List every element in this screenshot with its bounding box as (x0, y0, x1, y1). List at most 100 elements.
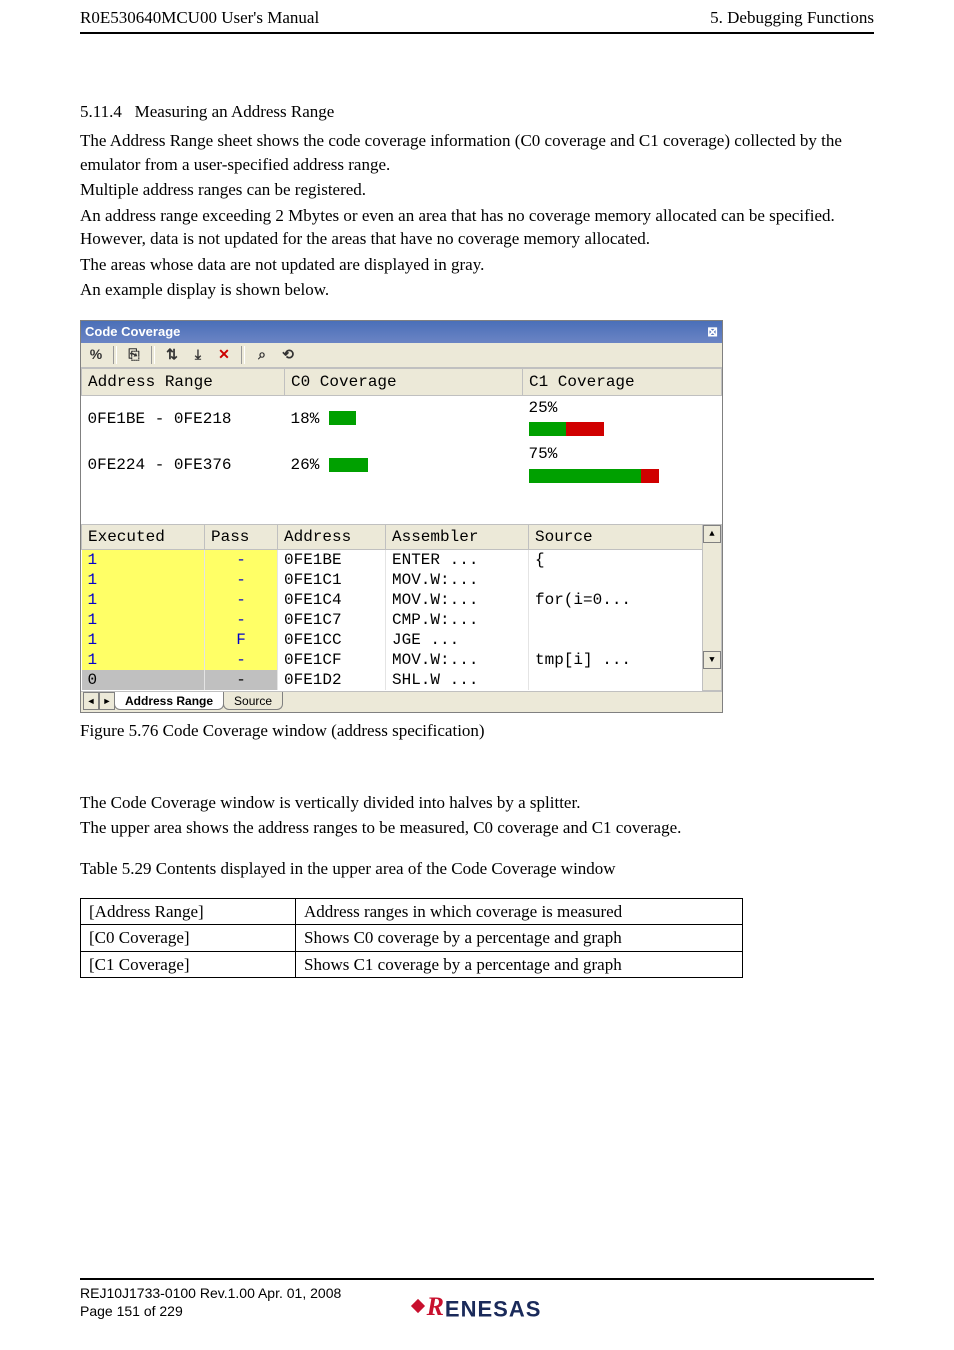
table-row[interactable]: 0 - 0FE1D2 SHL.W ... (82, 670, 722, 690)
tab-address-range[interactable]: Address Range (114, 692, 224, 711)
address-cell: 0FE1D2 (278, 670, 386, 690)
tab-next-icon[interactable]: ► (99, 692, 115, 710)
header-right: 5. Debugging Functions (710, 8, 874, 28)
desc-val: Address ranges in which coverage is meas… (296, 898, 743, 924)
tab-prev-icon[interactable]: ◄ (83, 692, 99, 710)
table-row[interactable]: 1 - 0FE1C4 MOV.W:... for(i=0... (82, 590, 722, 610)
source-cell: for(i=0... (529, 590, 703, 610)
c1-bar-green (529, 469, 642, 483)
col-assembler: Assembler (386, 524, 529, 549)
mid-p2: The upper area shows the address ranges … (80, 816, 874, 839)
executed-cell: 1 (82, 570, 205, 590)
table-row[interactable]: 1 - 0FE1BE ENTER ... { (82, 550, 722, 571)
tab-source[interactable]: Source (223, 692, 283, 711)
assembler-cell: ENTER ... (386, 550, 529, 571)
c0-label: 18% (291, 410, 320, 428)
scroll-down-icon[interactable]: ▼ (703, 651, 721, 669)
toolbar-icon-2[interactable]: ⇅ (163, 346, 181, 364)
table-row[interactable]: 1 - 0FE1CF MOV.W:... tmp[i] ... (82, 650, 722, 670)
c1-bar-green (529, 422, 567, 436)
toolbar-sep (241, 346, 245, 364)
code-coverage-window: Code Coverage ⊠ % ⎘ ⇅ ⤓ ✕ ⌕ ⟲ Address Ra… (80, 320, 723, 713)
executed-cell: 1 (82, 550, 205, 571)
address-cell: 0FE1BE (278, 550, 386, 571)
section-title: Measuring an Address Range (135, 102, 335, 121)
source-cell: { (529, 550, 703, 571)
c1-bar-red (641, 469, 659, 483)
table-caption: Table 5.29 Contents displayed in the upp… (80, 857, 874, 880)
intro-p4: The areas whose data are not updated are… (80, 253, 874, 276)
c0-bar-green (329, 458, 368, 472)
col-source: Source (529, 524, 703, 549)
desc-key: [Address Range] (81, 898, 296, 924)
table-row[interactable]: 1 - 0FE1C1 MOV.W:... (82, 570, 722, 590)
assembler-cell: JGE ... (386, 630, 529, 650)
col-address: Address (278, 524, 386, 549)
col-address-range: Address Range (82, 368, 285, 395)
coverage-row[interactable]: 0FE1BE - 0FE218 18% 25% (82, 395, 722, 442)
toolbar-icon-6[interactable]: ⟲ (279, 346, 297, 364)
mid-p1: The Code Coverage window is vertically d… (80, 791, 874, 814)
header-left: R0E530640MCU00 User's Manual (80, 8, 319, 28)
percent-button[interactable]: % (87, 346, 105, 364)
window-titlebar: Code Coverage ⊠ (81, 321, 722, 343)
close-icon[interactable]: ⊠ (707, 323, 718, 341)
logo-dot-icon (411, 1299, 425, 1313)
address-cell: 0FE1CF (278, 650, 386, 670)
c1-label: 25% (529, 399, 558, 417)
pass-cell: - (205, 590, 278, 610)
window-title: Code Coverage (85, 323, 180, 341)
col-executed: Executed (82, 524, 205, 549)
col-pass: Pass (205, 524, 278, 549)
coverage-row[interactable]: 0FE224 - 0FE376 26% 75% (82, 442, 722, 488)
pass-cell: - (205, 670, 278, 690)
tab-strip: ◄ ► Address Range Source (81, 691, 722, 713)
executed-cell: 1 (82, 590, 205, 610)
c1-label: 75% (529, 445, 558, 463)
source-cell (529, 570, 703, 590)
toolbar-icon-5[interactable]: ⌕ (253, 346, 271, 364)
scroll-up-icon[interactable]: ▲ (703, 525, 721, 543)
address-cell: 0FE1C1 (278, 570, 386, 590)
scrollbar[interactable]: ▲ ▼ (703, 524, 722, 690)
pass-cell: F (205, 630, 278, 650)
toolbar-icon-4[interactable]: ✕ (215, 346, 233, 364)
col-c0-coverage: C0 Coverage (285, 368, 523, 395)
c0-cell: 26% (285, 442, 523, 488)
assembler-cell: MOV.W:... (386, 570, 529, 590)
executed-cell: 0 (82, 670, 205, 690)
pass-cell: - (205, 550, 278, 571)
section-heading: 5.11.4 Measuring an Address Range (80, 100, 874, 123)
table-row[interactable]: 1 F 0FE1CC JGE ... (82, 630, 722, 650)
toolbar-icon-1[interactable]: ⎘ (125, 346, 143, 364)
address-cell: 0FE1C7 (278, 610, 386, 630)
toolbar-sep (151, 346, 155, 364)
table-row[interactable]: 1 - 0FE1C7 CMP.W:... (82, 610, 722, 630)
c1-cell: 75% (523, 442, 722, 488)
assembler-cell: MOV.W:... (386, 650, 529, 670)
upper-coverage-table: Address Range C0 Coverage C1 Coverage 0F… (81, 368, 722, 524)
table-row: [C1 Coverage] Shows C1 coverage by a per… (81, 951, 743, 977)
toolbar-sep (113, 346, 117, 364)
description-table: [Address Range] Address ranges in which … (80, 898, 743, 978)
c0-cell: 18% (285, 395, 523, 442)
c1-cell: 25% (523, 395, 722, 442)
pass-cell: - (205, 650, 278, 670)
assembler-cell: CMP.W:... (386, 610, 529, 630)
executed-cell: 1 (82, 610, 205, 630)
c1-bar-red (566, 422, 604, 436)
intro-p1: The Address Range sheet shows the code c… (80, 129, 874, 176)
intro-p5: An example display is shown below. (80, 278, 874, 301)
range-cell: 0FE1BE - 0FE218 (82, 395, 285, 442)
assembler-cell: MOV.W:... (386, 590, 529, 610)
address-cell: 0FE1CC (278, 630, 386, 650)
executed-cell: 1 (82, 650, 205, 670)
range-cell: 0FE224 - 0FE376 (82, 442, 285, 488)
source-cell (529, 610, 703, 630)
toolbar-icon-3[interactable]: ⤓ (189, 346, 207, 364)
executed-cell: 1 (82, 630, 205, 650)
logo-r-icon: R (427, 1292, 444, 1321)
desc-key: [C0 Coverage] (81, 925, 296, 951)
section-number: 5.11.4 (80, 102, 122, 121)
intro-p2: Multiple address ranges can be registere… (80, 178, 874, 201)
